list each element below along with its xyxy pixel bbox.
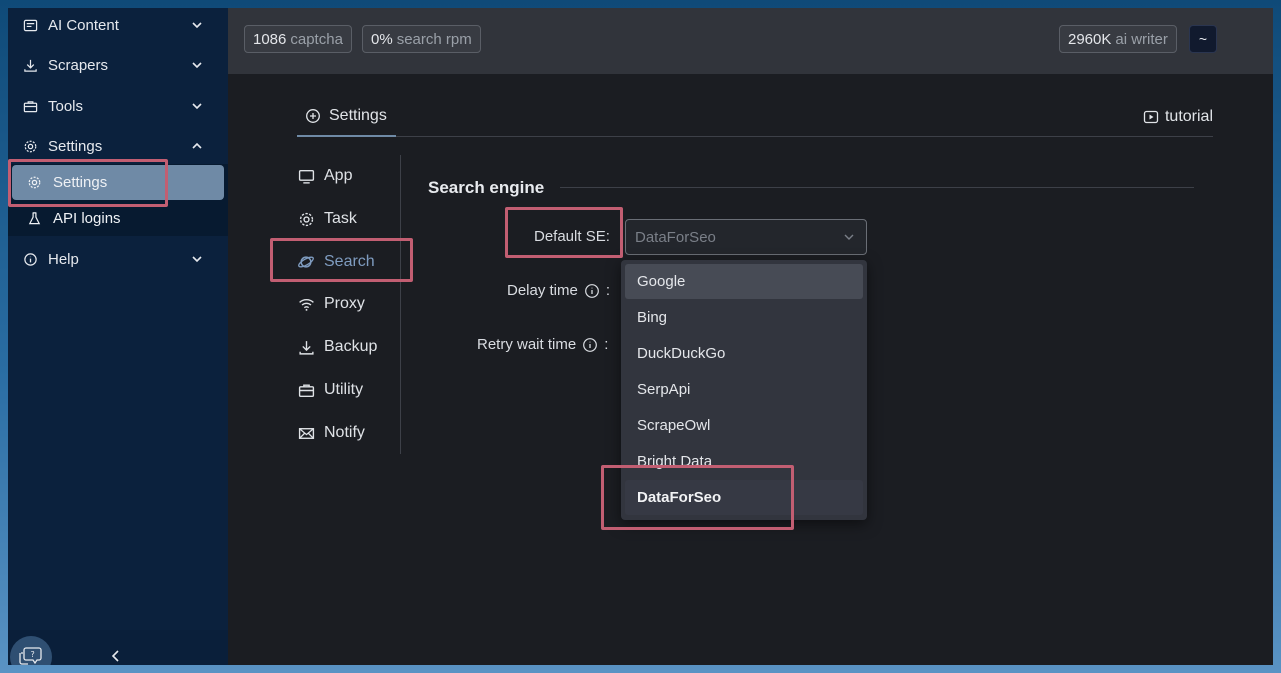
app-window: AI Content Scrapers Tools Settings Setti…	[8, 8, 1273, 665]
plus-circle-icon	[306, 108, 320, 123]
subnav-label: Proxy	[324, 295, 365, 312]
settings-subnav: App Task Search Proxy Backup Utility Not…	[297, 155, 401, 454]
option-duckduckgo[interactable]: DuckDuckGo	[625, 336, 863, 371]
captcha-stat-badge: 1086 captcha	[244, 25, 352, 53]
mail-icon	[297, 424, 315, 442]
chevron-up-icon	[192, 142, 202, 149]
tutorial-link[interactable]: tutorial	[1143, 96, 1213, 137]
info-icon[interactable]	[584, 283, 600, 299]
option-serpapi[interactable]: SerpApi	[625, 372, 863, 407]
monitor-icon	[297, 167, 315, 185]
chevron-down-icon	[192, 22, 202, 29]
subnav-label: Backup	[324, 338, 378, 355]
sidebar-item-label: Tools	[48, 97, 84, 115]
video-icon	[1143, 110, 1159, 123]
download-icon	[297, 338, 315, 356]
sidebar-item-settings[interactable]: Settings	[8, 128, 228, 164]
sidebar-subitem-api-logins[interactable]: API logins	[8, 201, 228, 235]
default-se-label: Default SE:	[534, 228, 610, 245]
retry-wait-field-label: Retry wait time :	[477, 336, 608, 353]
option-google[interactable]: Google	[625, 264, 863, 299]
colon: :	[604, 336, 609, 353]
chevron-down-icon	[844, 234, 854, 240]
subnav-label: Utility	[324, 381, 364, 398]
colon: :	[605, 282, 611, 299]
svg-text:?: ?	[31, 650, 35, 659]
sidebar: AI Content Scrapers Tools Settings Setti…	[8, 8, 228, 665]
subnav-item-proxy[interactable]: Proxy	[297, 286, 401, 322]
tilde-button[interactable]: ~	[1189, 25, 1217, 53]
chevron-down-icon	[192, 103, 202, 110]
retry-wait-time-label: Retry wait time	[477, 336, 577, 353]
stat-label: ai writer	[1115, 30, 1168, 48]
search-engine-dropdown: Google Bing DuckDuckGo SerpApi ScrapeOwl…	[621, 260, 867, 520]
sidebar-item-label: Help	[48, 250, 79, 268]
subnav-item-utility[interactable]: Utility	[297, 372, 401, 408]
option-bright-data[interactable]: Bright Data	[625, 444, 863, 479]
subnav-item-notify[interactable]: Notify	[297, 415, 401, 451]
gear-icon	[22, 138, 38, 154]
chat-help-icon: ?	[19, 647, 42, 665]
sidebar-subitem-label: Settings	[53, 173, 108, 191]
flask-icon	[26, 210, 42, 226]
option-dataforseo[interactable]: DataForSeo	[625, 480, 863, 515]
subnav-label: Task	[324, 210, 357, 227]
section-title: Search engine	[428, 178, 545, 197]
info-icon	[22, 251, 38, 267]
subnav-item-task[interactable]: Task	[297, 201, 401, 237]
sidebar-item-scrapers[interactable]: Scrapers	[8, 47, 228, 83]
option-bing[interactable]: Bing	[625, 300, 863, 335]
gear-icon	[297, 210, 315, 228]
briefcase-icon	[297, 381, 315, 399]
stat-label: captcha	[290, 30, 343, 48]
tabs-row: Settings tutorial	[297, 96, 1213, 137]
ai-content-icon	[22, 17, 38, 33]
subnav-item-app[interactable]: App	[297, 158, 401, 194]
sidebar-subitem-settings[interactable]: Settings	[8, 165, 228, 199]
subnav-item-backup[interactable]: Backup	[297, 329, 401, 365]
delay-time-label: Delay time	[507, 282, 578, 299]
subnav-label: Search	[324, 253, 375, 270]
sidebar-item-tools[interactable]: Tools	[8, 88, 228, 124]
subnav-label: Notify	[324, 424, 365, 441]
select-value: DataForSeo	[635, 228, 716, 246]
search-rpm-stat-badge: 0% search rpm	[362, 25, 481, 53]
chevron-down-icon	[192, 256, 202, 263]
sidebar-item-ai-content[interactable]: AI Content	[8, 8, 228, 43]
tab-settings[interactable]: Settings	[297, 96, 396, 137]
sidebar-subitem-label: API logins	[53, 209, 121, 227]
option-scrapeowl[interactable]: ScrapeOwl	[625, 408, 863, 443]
stat-label: search rpm	[396, 30, 472, 48]
info-icon[interactable]	[582, 337, 598, 353]
sidebar-item-label: Settings	[48, 137, 103, 155]
sidebar-item-label: Scrapers	[48, 56, 109, 74]
section-divider	[560, 187, 1194, 188]
planet-icon	[297, 253, 315, 271]
stat-value: 0%	[371, 30, 393, 48]
tutorial-label: tutorial	[1164, 107, 1213, 125]
stat-value: 1086	[253, 30, 287, 48]
collapse-sidebar-icon[interactable]	[108, 648, 124, 664]
briefcase-icon	[22, 98, 38, 114]
download-icon	[22, 57, 38, 73]
chevron-down-icon	[192, 62, 202, 69]
subnav-item-search[interactable]: Search	[297, 244, 401, 280]
gear-icon	[26, 174, 42, 190]
default-se-select[interactable]: DataForSeo	[625, 219, 867, 255]
wifi-icon	[297, 295, 315, 313]
ai-writer-stat-badge: 2960K ai writer	[1059, 25, 1177, 53]
tab-label: Settings	[329, 106, 387, 124]
delay-time-field-label: Delay time :	[507, 282, 610, 299]
sidebar-item-help[interactable]: Help	[8, 241, 228, 277]
subnav-label: App	[324, 167, 353, 184]
sidebar-item-label: AI Content	[48, 16, 119, 34]
top-bar: 1086 captcha 0% search rpm 2960K ai writ…	[228, 8, 1273, 74]
stat-value: 2960K	[1068, 30, 1112, 48]
